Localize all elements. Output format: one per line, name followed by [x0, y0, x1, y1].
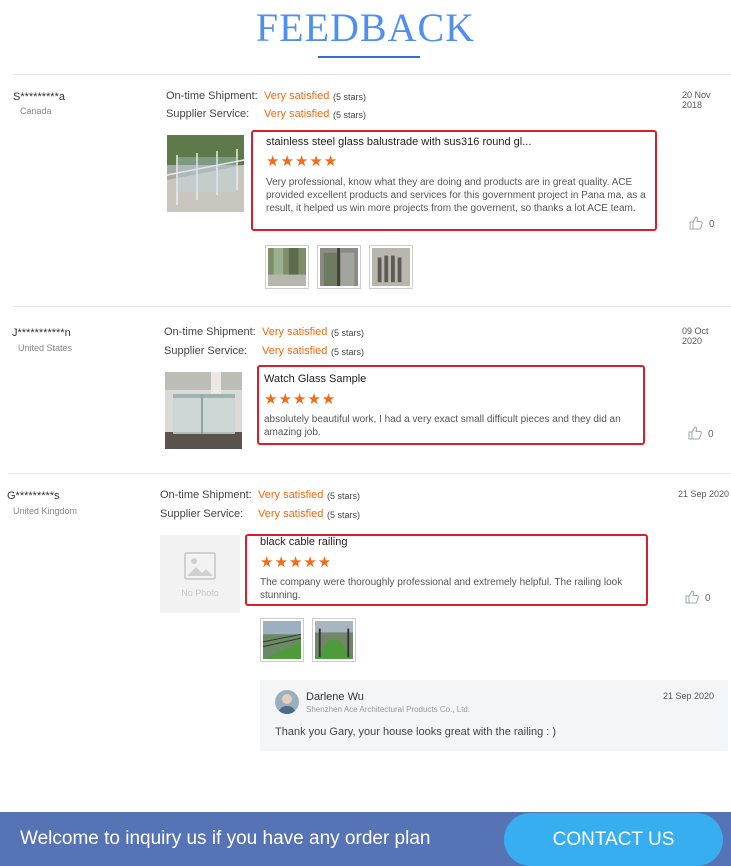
service-value: Very satisfied [258, 508, 324, 520]
review-text: The company were thoroughly professional… [260, 577, 623, 601]
review-photo-thumbnail[interactable] [369, 245, 413, 289]
star-rating: ★★★★★ [266, 153, 339, 170]
no-photo-label: No Photo [181, 588, 219, 598]
thumbs-up-icon [689, 216, 703, 233]
review-date: 09 Oct 2020 [682, 326, 709, 346]
review-text: Very professional, know what they are do… [266, 177, 646, 214]
like-button[interactable]: 0 [689, 216, 715, 233]
like-button[interactable]: 0 [688, 426, 714, 443]
product-title[interactable]: black cable railing [260, 536, 347, 548]
title-underline [318, 56, 420, 58]
review-photo-thumbnail[interactable] [265, 245, 309, 289]
product-image[interactable] [165, 372, 242, 449]
reviewer-name: J***********n [12, 327, 71, 339]
avatar-icon [275, 690, 299, 714]
review-content-box: Watch Glass Sample ★★★★★ absolutely beau… [257, 365, 645, 445]
product-title[interactable]: stainless steel glass balustrade with su… [266, 136, 531, 148]
reply-company: Shenzhen Ace Architectural Products Co.,… [306, 705, 471, 714]
service-label: Supplier Service: [166, 108, 250, 120]
shipment-label: On-time Shipment: [160, 489, 252, 501]
service-label: Supplier Service: [160, 508, 244, 520]
inquiry-banner-text: Welcome to inquiry us if you have any or… [20, 828, 431, 849]
thumbs-up-icon [685, 590, 699, 607]
reviewer-name: G*********s [7, 490, 60, 502]
divider [8, 473, 731, 474]
review-text: absolutely beautiful work, I had a very … [264, 414, 621, 438]
divider [13, 74, 731, 75]
shipment-stars: (5 stars) [333, 92, 367, 102]
shipment-value: Very satisfied [264, 90, 330, 102]
service-stars: (5 stars) [333, 110, 367, 120]
review-photo-thumbnail[interactable] [260, 618, 304, 662]
like-count: 0 [709, 219, 715, 230]
star-rating: ★★★★★ [264, 391, 337, 408]
divider [13, 306, 731, 307]
shipment-stars: (5 stars) [327, 491, 361, 501]
service-stars: (5 stars) [331, 347, 365, 357]
like-button[interactable]: 0 [685, 590, 711, 607]
reply-text: Thank you Gary, your house looks great w… [275, 726, 557, 738]
product-image-placeholder: No Photo [160, 535, 240, 613]
review-photo-thumbnail[interactable] [317, 245, 361, 289]
thumbs-up-icon [688, 426, 702, 443]
service-stars: (5 stars) [327, 510, 361, 520]
reply-date: 21 Sep 2020 [663, 691, 715, 701]
product-image[interactable] [167, 135, 244, 212]
review-content-box: black cable railing ★★★★★ The company we… [245, 534, 648, 606]
like-count: 0 [705, 593, 711, 604]
shipment-stars: (5 stars) [331, 328, 365, 338]
review-date: 20 Nov 2018 [682, 90, 711, 110]
reviewer-country: United Kingdom [13, 506, 78, 516]
reviewer-name: S*********a [13, 91, 65, 103]
image-placeholder-icon [184, 552, 216, 585]
reviewer-country: Canada [20, 106, 52, 116]
service-value: Very satisfied [262, 345, 328, 357]
shipment-value: Very satisfied [262, 326, 328, 338]
review-date: 21 Sep 2020 [678, 489, 730, 499]
contact-us-button[interactable]: CONTACT US [504, 813, 723, 866]
reply-author: Darlene Wu [306, 691, 364, 703]
review-content-box: stainless steel glass balustrade with su… [251, 130, 657, 231]
service-value: Very satisfied [264, 108, 330, 120]
shipment-label: On-time Shipment: [166, 90, 258, 102]
reviewer-country: United States [18, 343, 73, 353]
shipment-value: Very satisfied [258, 489, 324, 501]
like-count: 0 [708, 429, 714, 440]
product-title[interactable]: Watch Glass Sample [264, 373, 366, 385]
review-photo-thumbnail[interactable] [312, 618, 356, 662]
shipment-label: On-time Shipment: [164, 326, 256, 338]
supplier-reply: Darlene Wu Shenzhen Ace Architectural Pr… [260, 680, 728, 751]
service-label: Supplier Service: [164, 345, 248, 357]
page-title: FEEDBACK [255, 5, 476, 50]
star-rating: ★★★★★ [260, 554, 333, 571]
